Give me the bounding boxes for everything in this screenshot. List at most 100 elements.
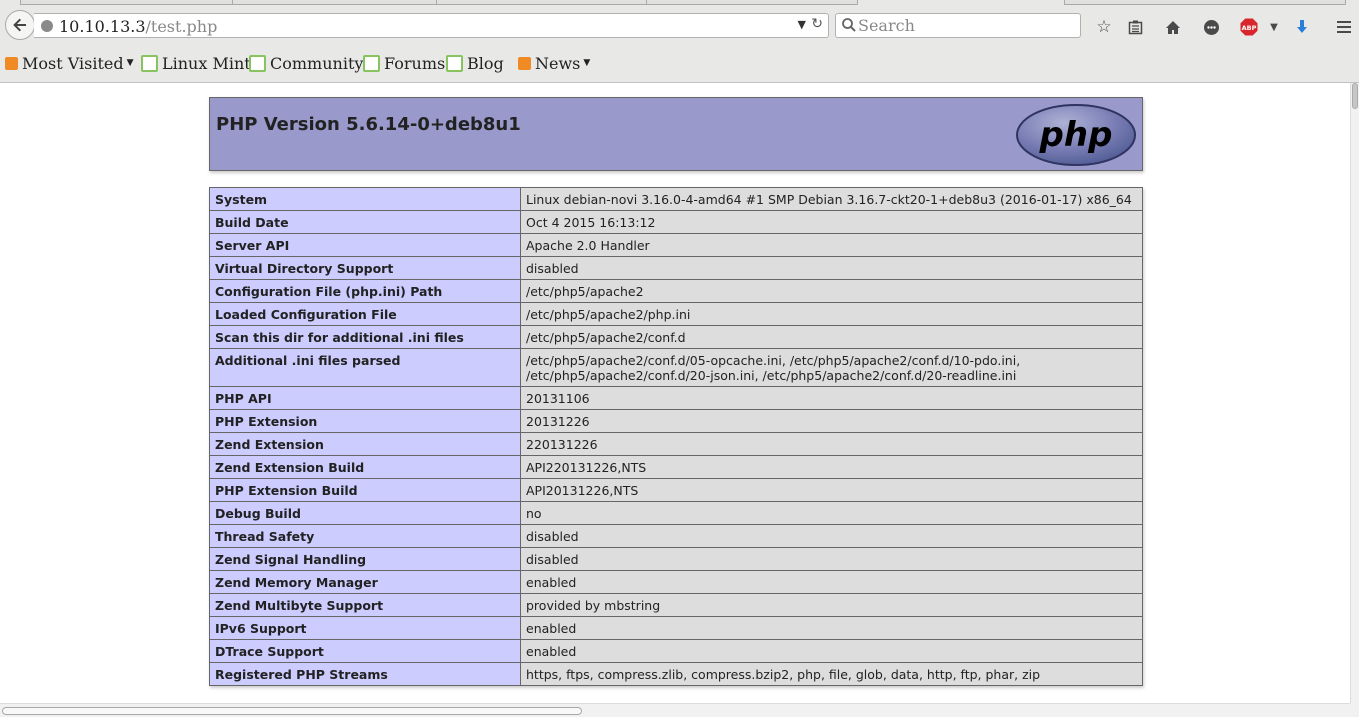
row-key: Zend Memory Manager xyxy=(209,570,521,594)
table-row: Server API Apache 2.0 Handler xyxy=(209,233,1143,257)
row-key: PHP API xyxy=(209,386,521,410)
row-value: https, ftps, compress.zlib, compress.bzi… xyxy=(520,662,1143,686)
php-info-table-body: System Linux debian-novi 3.16.0-4-amd64 #… xyxy=(209,187,1143,686)
url-text[interactable]: 10.10.13.3/test.php xyxy=(59,17,217,36)
php-logo-icon[interactable]: php xyxy=(1015,103,1137,167)
row-key: Virtual Directory Support xyxy=(209,256,521,280)
row-key: Loaded Configuration File xyxy=(209,302,521,326)
row-value: no xyxy=(520,501,1143,525)
table-row: Zend Memory Manager enabled xyxy=(209,570,1143,594)
row-value: 20131106 xyxy=(520,386,1143,410)
reading-list-icon[interactable] xyxy=(1124,16,1146,38)
bookmarks-toolbar: Most Visited ▼ Linux Mint Community Forum… xyxy=(0,49,1359,77)
bookmark-star-icon[interactable]: ☆ xyxy=(1093,16,1115,38)
row-value: API220131226,NTS xyxy=(520,455,1143,479)
table-row: Zend Extension 220131226 xyxy=(209,432,1143,456)
row-value: provided by mbstring xyxy=(520,593,1143,617)
adblock-menu-chevron-icon[interactable]: ▼ xyxy=(1263,16,1285,38)
tab-strip xyxy=(0,0,1359,6)
table-row: Additional .ini files parsed/etc/php5/ap… xyxy=(209,348,1143,387)
bookmark-label: Forums xyxy=(384,53,446,73)
row-value: enabled xyxy=(520,570,1143,594)
navigation-toolbar: 10.10.13.3/test.php ▼ ↻ ☆ ABP ▼ xyxy=(0,8,1359,44)
table-row: Zend Signal Handling disabled xyxy=(209,547,1143,571)
rss-icon xyxy=(518,56,531,70)
most-visited-icon xyxy=(5,56,18,70)
row-key: Thread Safety xyxy=(209,524,521,548)
bookmark-blog[interactable]: Blog xyxy=(446,52,504,74)
browser-tab[interactable] xyxy=(1064,0,1346,5)
browser-tab[interactable] xyxy=(646,0,858,5)
table-row: Loaded Configuration File/etc/php5/apach… xyxy=(209,302,1143,326)
bookmark-most-visited[interactable]: Most Visited ▼ xyxy=(5,52,134,74)
home-icon[interactable] xyxy=(1162,16,1184,38)
row-value: disabled xyxy=(520,256,1143,280)
linux-mint-icon xyxy=(249,54,266,72)
row-key: Debug Build xyxy=(209,501,521,525)
bookmark-community[interactable]: Community xyxy=(249,52,363,74)
url-path: /test.php xyxy=(145,17,218,36)
table-row: PHP Extension Build API20131226,NTS xyxy=(209,478,1143,502)
vertical-scrollbar-thumb[interactable] xyxy=(1352,83,1358,109)
bookmark-forums[interactable]: Forums xyxy=(363,52,445,74)
table-row: Configuration File (php.ini) Path/etc/ph… xyxy=(209,279,1143,303)
table-row: DTrace Support enabled xyxy=(209,639,1143,663)
row-key: Registered PHP Streams xyxy=(209,662,521,686)
row-key: Zend Signal Handling xyxy=(209,547,521,571)
horizontal-scrollbar[interactable] xyxy=(0,703,1350,717)
php-header: PHP Version 5.6.14-0+deb8u1 php xyxy=(209,97,1143,171)
table-row: Debug Build no xyxy=(209,501,1143,525)
search-input[interactable] xyxy=(858,15,1073,35)
scrollbar-corner xyxy=(1350,703,1359,717)
browser-tab[interactable] xyxy=(232,0,438,5)
url-history-dropdown-icon[interactable]: ▼ xyxy=(798,18,806,31)
row-key: Zend Extension Build xyxy=(209,455,521,479)
table-row: Registered PHP Streams https, ftps, compr… xyxy=(209,662,1143,686)
row-value: /etc/php5/apache2/conf.d xyxy=(520,325,1143,349)
row-key: PHP Extension xyxy=(209,409,521,433)
row-key: Build Date xyxy=(209,210,521,234)
row-key: Zend Multibyte Support xyxy=(209,593,521,617)
row-value: enabled xyxy=(520,616,1143,640)
browser-tab[interactable] xyxy=(436,0,648,5)
row-key: Server API xyxy=(209,233,521,257)
table-row: Thread Safety disabled xyxy=(209,524,1143,548)
download-icon[interactable] xyxy=(1291,16,1313,38)
table-row: Scan this dir for additional .ini files /… xyxy=(209,325,1143,349)
search-bar[interactable] xyxy=(835,13,1081,38)
reload-icon[interactable]: ↻ xyxy=(811,16,823,32)
bookmark-label: Blog xyxy=(467,53,504,73)
bookmark-news[interactable]: News ▼ xyxy=(518,52,590,74)
url-host: 10.10.13.3 xyxy=(59,17,146,36)
row-value: disabled xyxy=(520,524,1143,548)
globe-icon xyxy=(41,20,53,32)
bookmark-label: Most Visited xyxy=(22,53,124,73)
vertical-scrollbar[interactable] xyxy=(1350,83,1359,703)
url-bar[interactable]: 10.10.13.3/test.php ▼ ↻ xyxy=(34,13,829,38)
back-button[interactable] xyxy=(5,10,35,40)
table-row: PHP API 20131106 xyxy=(209,386,1143,410)
row-value: 220131226 xyxy=(520,432,1143,456)
row-value: /etc/php5/apache2 xyxy=(520,279,1143,303)
row-key: PHP Extension Build xyxy=(209,478,521,502)
php-info-table: System Linux debian-novi 3.16.0-4-amd64 #… xyxy=(209,187,1143,686)
bookmark-label: Linux Mint xyxy=(162,53,251,73)
chevron-down-icon: ▼ xyxy=(583,58,591,68)
browser-tab[interactable] xyxy=(20,0,234,5)
row-value: 20131226 xyxy=(520,409,1143,433)
horizontal-scrollbar-thumb[interactable] xyxy=(2,707,582,715)
chat-icon[interactable] xyxy=(1200,16,1222,38)
bookmark-linux-mint[interactable]: Linux Mint xyxy=(141,52,251,74)
row-key: IPv6 Support xyxy=(209,616,521,640)
bookmark-label: Community xyxy=(270,53,364,73)
linux-mint-icon xyxy=(446,54,463,72)
menu-icon[interactable] xyxy=(1333,16,1355,38)
row-value: disabled xyxy=(520,547,1143,571)
row-value: Apache 2.0 Handler xyxy=(520,233,1143,257)
row-value: Linux debian-novi 3.16.0-4-amd64 #1 SMP … xyxy=(520,187,1143,211)
adblock-icon[interactable]: ABP xyxy=(1238,16,1260,38)
row-value: API20131226,NTS xyxy=(520,478,1143,502)
row-key: Configuration File (php.ini) Path xyxy=(209,279,521,303)
page-viewport: PHP Version 5.6.14-0+deb8u1 php System Li… xyxy=(0,83,1350,703)
back-arrow-icon xyxy=(13,18,26,32)
